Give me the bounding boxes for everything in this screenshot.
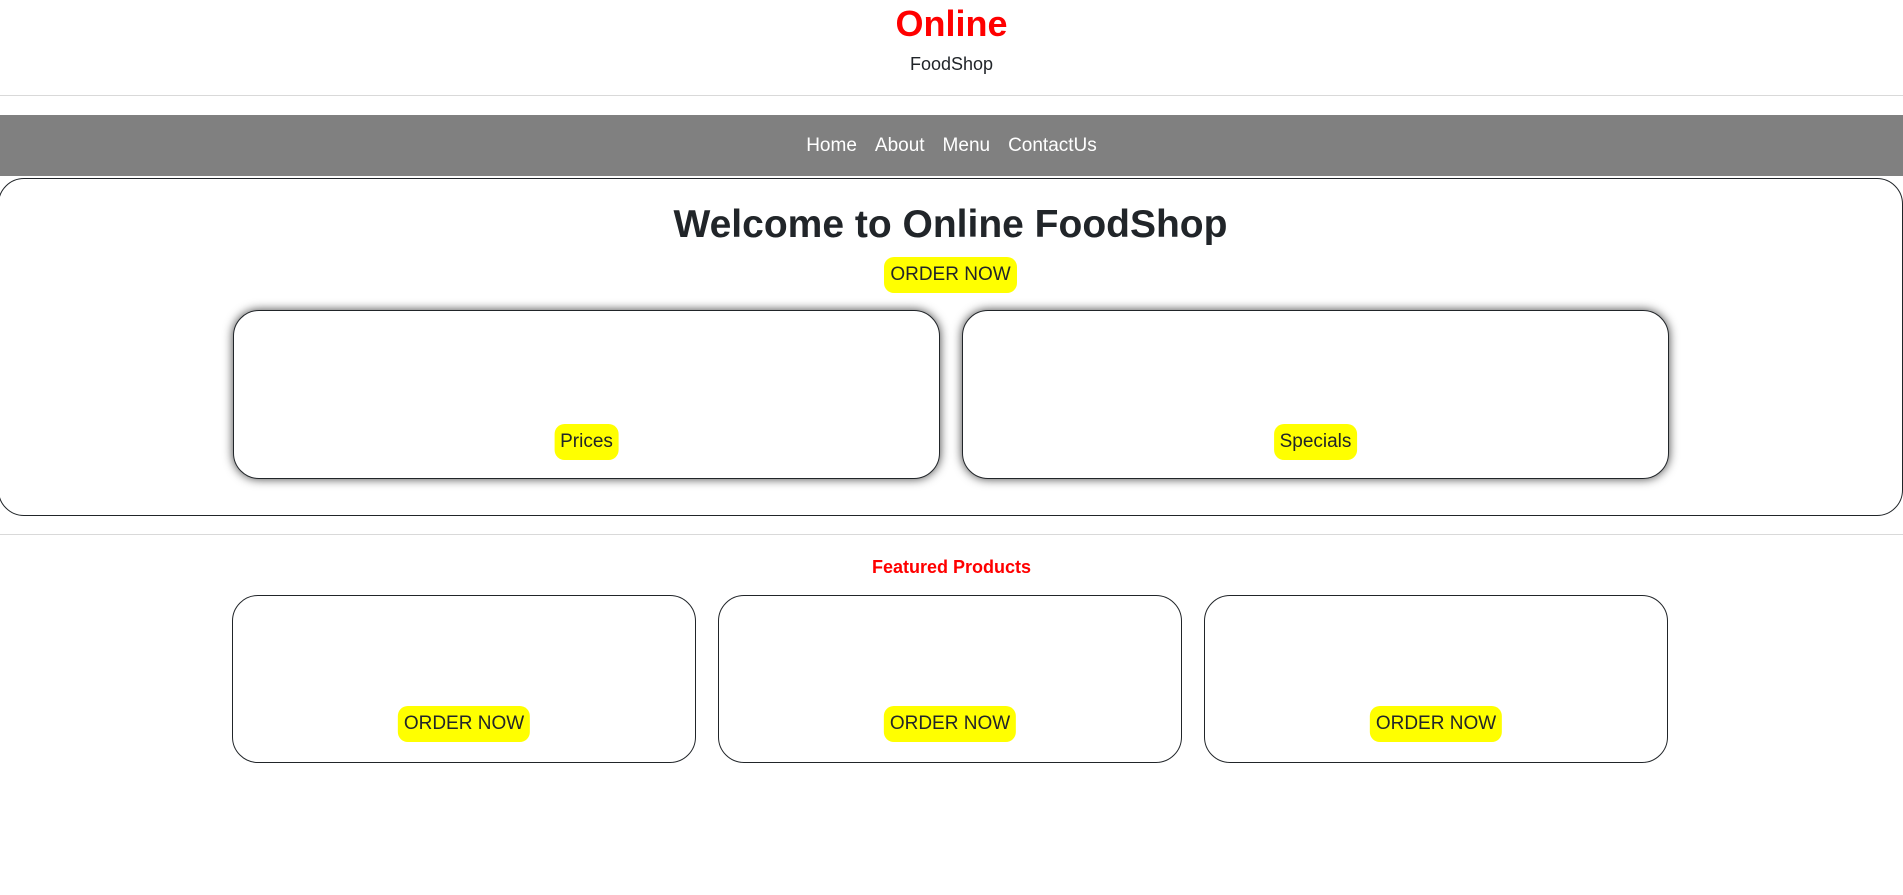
- nav-link-home[interactable]: Home: [806, 135, 857, 157]
- prices-card: Prices: [233, 310, 940, 479]
- hero-cards: Prices Specials: [233, 310, 1669, 479]
- site-header: Online FoodShop: [0, 0, 1903, 96]
- nav-link-contactus[interactable]: ContactUs: [1008, 135, 1097, 157]
- main-navbar: Home About Menu ContactUs: [0, 115, 1903, 176]
- nav-link-menu[interactable]: Menu: [943, 135, 991, 157]
- featured-products-list: ORDER NOW ORDER NOW ORDER NOW: [232, 595, 1668, 763]
- brand-title: Online: [895, 3, 1008, 44]
- product-order-now-button[interactable]: ORDER NOW: [1369, 706, 1503, 742]
- specials-card: Specials: [962, 310, 1669, 479]
- product-order-now-button[interactable]: ORDER NOW: [883, 706, 1017, 742]
- product-card: ORDER NOW: [718, 595, 1182, 763]
- hero-heading: Welcome to Online FoodShop: [673, 203, 1228, 246]
- prices-button[interactable]: Prices: [554, 424, 619, 460]
- page: Online FoodShop Home About Menu ContactU…: [0, 0, 1903, 895]
- brand-subtitle: FoodShop: [909, 54, 994, 74]
- product-card: ORDER NOW: [1204, 595, 1668, 763]
- hero-section: Welcome to Online FoodShop ORDER NOW Pri…: [0, 178, 1903, 516]
- product-order-now-button[interactable]: ORDER NOW: [397, 706, 531, 742]
- nav-link-about[interactable]: About: [875, 135, 925, 157]
- section-divider: [0, 534, 1903, 535]
- featured-products-title: Featured Products: [871, 557, 1032, 577]
- hero-order-now-button[interactable]: ORDER NOW: [884, 257, 1017, 293]
- product-card: ORDER NOW: [232, 595, 696, 763]
- specials-button[interactable]: Specials: [1273, 424, 1358, 460]
